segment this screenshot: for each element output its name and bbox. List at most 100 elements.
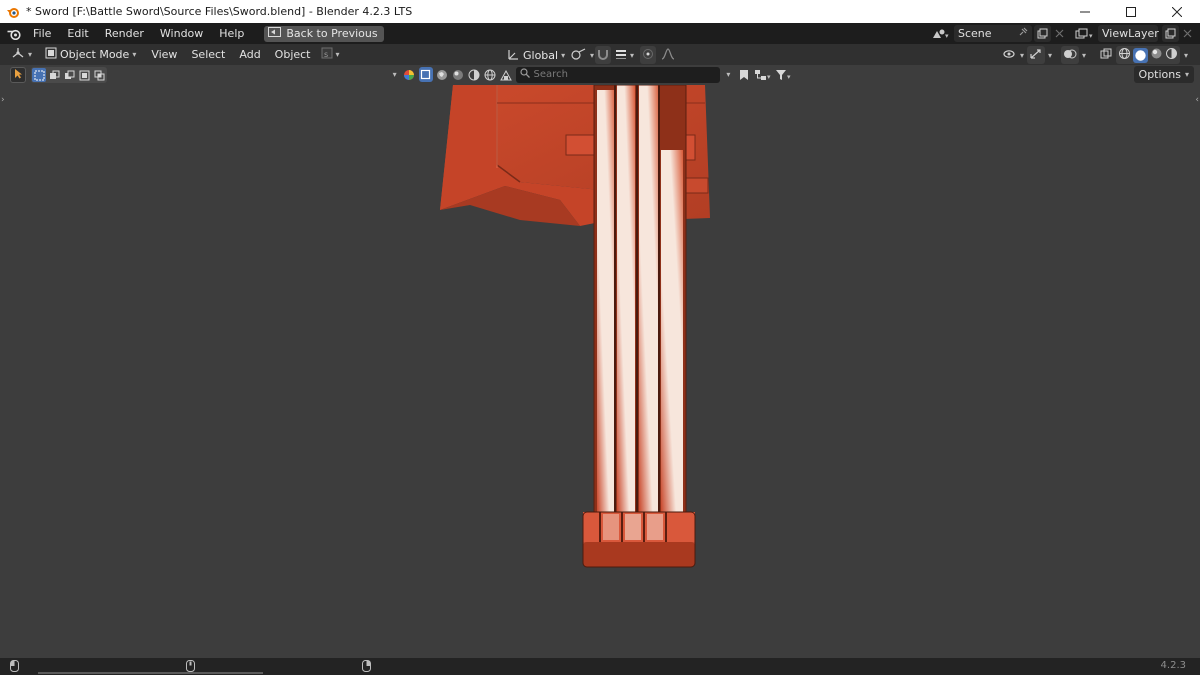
- 3d-viewport-icon: [11, 47, 25, 62]
- proportional-dot-icon: [642, 48, 654, 63]
- proportional-editing-toggle[interactable]: [640, 46, 656, 64]
- search-options-chevron-icon[interactable]: ▾: [722, 70, 735, 79]
- svg-text:▾: ▾: [787, 73, 791, 81]
- chevron-down-icon: ▾: [1048, 50, 1053, 60]
- shading-mode-group: [1116, 46, 1180, 64]
- falloff-curve-icon: [661, 47, 675, 63]
- svg-text:▾: ▾: [767, 73, 771, 81]
- minimize-button[interactable]: [1062, 0, 1108, 23]
- orientation-label: Global: [523, 48, 559, 62]
- cursor-arrow-icon: [13, 68, 23, 82]
- chevron-down-icon: ▾: [1184, 70, 1189, 79]
- overlays-toggle[interactable]: [1061, 46, 1079, 64]
- gizmo-arrows-icon: [1029, 48, 1043, 63]
- gizmo-toggle[interactable]: [1027, 46, 1045, 64]
- options-dropdown[interactable]: Options ▾: [1133, 66, 1194, 83]
- hierarchy-icon[interactable]: ▾: [753, 67, 772, 82]
- pin-icon[interactable]: [1018, 27, 1028, 40]
- delete-scene-icon[interactable]: [1051, 25, 1068, 42]
- tool-settings-row: [10, 66, 107, 84]
- globe-icon[interactable]: [483, 67, 497, 82]
- chevron-down-icon: ▾: [1184, 50, 1189, 60]
- shading-options-dropdown[interactable]: ▾: [1181, 46, 1191, 64]
- sword-grip: [593, 85, 687, 516]
- object-filter-icon[interactable]: [418, 67, 433, 82]
- view-layer-selector-icon[interactable]: ▾: [1072, 25, 1098, 42]
- screen-back-icon: [268, 27, 282, 40]
- scene-icon[interactable]: [499, 67, 513, 82]
- viewport-search-field[interactable]: Search: [515, 66, 720, 83]
- xray-toggle[interactable]: [1098, 46, 1115, 64]
- filter-funnel-icon[interactable]: ▾: [774, 67, 793, 82]
- menu-select[interactable]: Select: [184, 48, 232, 61]
- chevron-down-icon: ▾: [132, 50, 137, 59]
- viewport-filter-bar: ▾ Search ▾ ▾ ▾: [389, 65, 793, 84]
- svg-text:▾: ▾: [945, 32, 949, 40]
- selection-mode-group: [31, 67, 107, 83]
- pivot-point-dropdown[interactable]: ▾: [568, 46, 597, 64]
- svg-text:s: s: [324, 50, 328, 59]
- mouse-left-icon: [10, 660, 19, 675]
- search-icon: [519, 68, 530, 81]
- delete-view-layer-icon[interactable]: [1179, 25, 1196, 42]
- viewport-header: ▾ Object Mode ▾ View Select Add Object s…: [0, 44, 1200, 65]
- sword-model[interactable]: [0, 85, 1200, 658]
- select-subtract-icon[interactable]: [62, 68, 76, 82]
- menu-window[interactable]: Window: [152, 23, 211, 44]
- new-scene-icon[interactable]: [1034, 25, 1051, 42]
- close-button[interactable]: [1154, 0, 1200, 23]
- material-preview-shading-icon[interactable]: [1150, 47, 1163, 63]
- object-type-visibility-dropdown[interactable]: s ▾: [318, 46, 343, 64]
- select-intersect-icon[interactable]: [92, 68, 106, 82]
- maximize-button[interactable]: [1108, 0, 1154, 23]
- snap-target-dropdown[interactable]: ▾: [612, 46, 637, 64]
- wireframe-shading-icon[interactable]: [1118, 47, 1131, 63]
- orientation-axis-icon: [507, 48, 520, 63]
- chevron-down-icon: ▾: [335, 50, 340, 59]
- scene-selector-icon[interactable]: ▾: [928, 25, 954, 42]
- collapse-chevron-icon[interactable]: ▾: [389, 70, 400, 79]
- status-scroll-indicator: [38, 672, 263, 674]
- menu-help[interactable]: Help: [211, 23, 252, 44]
- falloff-dropdown[interactable]: [658, 46, 678, 64]
- bookmark-icon[interactable]: [737, 67, 751, 82]
- chevron-down-icon: ▾: [1082, 50, 1087, 60]
- menu-object[interactable]: Object: [268, 48, 318, 61]
- gizmo-dropdown[interactable]: ▾: [1045, 46, 1055, 64]
- back-to-previous-button[interactable]: Back to Previous: [264, 25, 384, 42]
- menu-add[interactable]: Add: [232, 48, 267, 61]
- overlays-dropdown[interactable]: ▾: [1079, 46, 1089, 64]
- select-extend-icon[interactable]: [47, 68, 61, 82]
- transform-orientation-dropdown[interactable]: Global ▾: [504, 46, 568, 64]
- overlays-circles-icon: [1063, 48, 1077, 63]
- blender-menu-logo-icon[interactable]: [3, 23, 25, 44]
- view-layer-name: ViewLayer: [1102, 27, 1159, 40]
- new-view-layer-icon[interactable]: [1162, 25, 1179, 42]
- back-to-previous-label: Back to Previous: [286, 27, 378, 40]
- snapping-toggle[interactable]: [595, 46, 611, 64]
- select-invert-icon[interactable]: [77, 68, 91, 82]
- scene-name-field[interactable]: Scene: [954, 25, 1032, 42]
- 3d-viewport[interactable]: › ‹: [0, 85, 1200, 658]
- menu-edit[interactable]: Edit: [59, 23, 96, 44]
- world-icon[interactable]: [435, 67, 449, 82]
- svg-text:▾: ▾: [1089, 32, 1093, 40]
- window-title: * Sword [F:\Battle Sword\Source Files\Sw…: [26, 5, 413, 18]
- color-wheel-icon[interactable]: [402, 67, 416, 82]
- editor-type-selector[interactable]: ▾: [8, 46, 35, 64]
- menu-render[interactable]: Render: [97, 23, 152, 44]
- rendered-shading-icon[interactable]: [1165, 47, 1178, 63]
- magnet-icon: [597, 48, 609, 63]
- menu-file[interactable]: File: [25, 23, 59, 44]
- visibility-selectability-dropdown[interactable]: ▾: [1000, 46, 1027, 64]
- select-tool-button[interactable]: [10, 67, 26, 83]
- view-layer-field[interactable]: ViewLayer: [1098, 25, 1159, 42]
- menu-view[interactable]: View: [144, 48, 184, 61]
- object-mode-label: Object Mode: [60, 48, 130, 61]
- select-new-icon[interactable]: [32, 68, 46, 82]
- object-mode-dropdown[interactable]: Object Mode ▾: [41, 46, 140, 64]
- material-icon[interactable]: [451, 67, 465, 82]
- solid-shading-icon[interactable]: [1133, 47, 1148, 63]
- version-label: 4.2.3: [1160, 660, 1186, 671]
- shading-sphere-icon[interactable]: [467, 67, 481, 82]
